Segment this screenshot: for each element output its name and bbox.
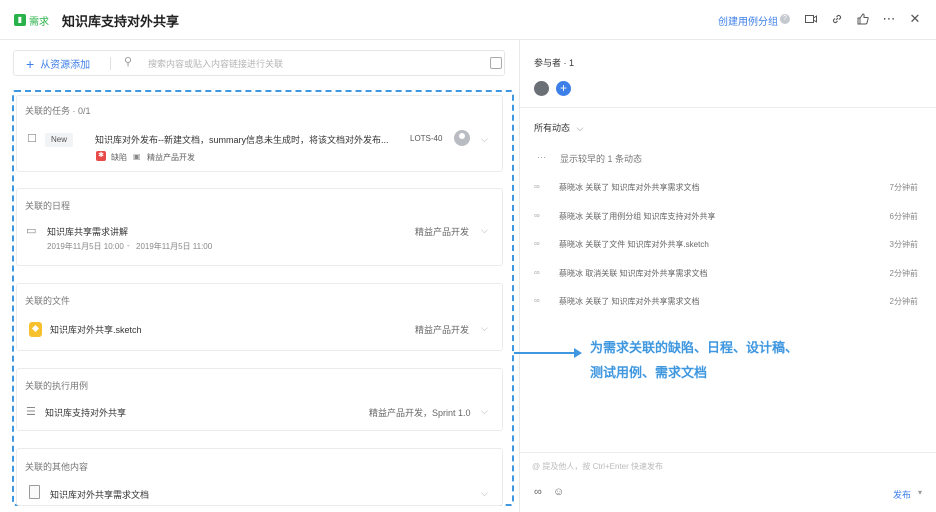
task-type: 缺陷 [111,153,127,162]
resource-library-icon[interactable] [490,57,502,69]
link-icon: ∞ [534,268,540,277]
schedule-name[interactable]: 知识库共享需求讲解 [47,225,128,238]
link-icon: ∞ [534,296,540,305]
status-badge: New [45,133,74,147]
related-schedule-title: 关联的日程 [25,201,71,211]
attachment-icon[interactable]: ∞ [534,486,542,498]
related-testcases-title: 关联的执行用例 [25,381,89,391]
more-icon: ··· [537,152,546,162]
chevron-down-icon: ⌵ [576,123,584,133]
chevron-down-icon[interactable]: ⌵ [481,488,488,499]
close-icon[interactable]: ✕ [906,10,924,28]
related-tasks-title: 关联的任务 · 0/1 [25,106,91,116]
activity-item: ∞ 蔡晓冰 关联了用例分组 知识库支持对外共享 6分钟前 [534,211,918,223]
activity-time: 7分钟前 [889,183,918,192]
other-doc-name[interactable]: 知识库对外共享需求文档 [50,488,149,501]
testcase-list-icon: ☰ [26,406,36,418]
comment-divider [520,452,936,453]
schedule-time-separator: - [127,241,130,250]
link-icon: ∞ [534,211,540,220]
participants-title: 参与者 · 1 [534,58,575,68]
video-icon[interactable] [802,10,820,28]
calendar-icon: ▭ [26,225,37,237]
file-name[interactable]: 知识库对外共享.sketch [50,323,142,336]
plus-icon: + [26,55,35,72]
publish-button[interactable]: 发布 [893,488,911,501]
sketch-file-icon [29,322,42,337]
schedule-project: 精益产品开发 [415,227,470,237]
link-icon: ∞ [534,239,540,248]
activity-time: 6分钟前 [889,212,918,221]
requirement-label: 需求 [29,16,49,28]
more-icon[interactable]: ⋯ [880,10,898,28]
activity-item: ∞ 蔡晓冰 关联了 知识库对外共享需求文档 7分钟前 [534,182,918,194]
related-files-title: 关联的文件 [25,296,71,306]
participant-avatar[interactable] [534,81,549,96]
bug-icon: ✱ [96,151,106,161]
activity-text: 蔡晓冰 关联了 知识库对外共享需求文档 [559,183,700,192]
add-from-resource-button[interactable]: + 从资源添加 [26,55,91,72]
annotation-line-1: 为需求关联的缺陷、日程、设计稿、 [590,340,799,355]
requirement-badge: ▮ 需求 [14,12,49,28]
resource-search-bar: + 从资源添加 ⚲ 搜索内容或贴入内容链接进行关联 [13,50,505,76]
activity-text: 蔡晓冰 关联了 知识库对外共享需求文档 [559,297,700,306]
file-project: 精益产品开发 [415,325,470,335]
document-icon [29,485,40,499]
activity-filter-dropdown[interactable]: 所有动态 ⌵ [534,121,583,134]
add-from-resource-label: 从资源添加 [40,60,91,71]
participants-divider [520,107,936,108]
project-icon: ▣ [133,152,141,161]
activity-item: ∞ 蔡晓冰 关联了文件 知识库对外共享.sketch 3分钟前 [534,239,918,251]
annotation-arrow-head [574,348,582,358]
requirement-icon: ▮ [14,14,26,26]
search-separator [110,57,111,70]
activity-text: 蔡晓冰 取消关联 知识库对外共享需求文档 [559,269,708,278]
activity-time: 2分钟前 [889,297,918,306]
activity-item: ∞ 蔡晓冰 取消关联 知识库对外共享需求文档 2分钟前 [534,268,918,280]
detail-header: ▮ 需求 知识库支持对外共享 创建用例分组 ? ⋯ ✕ [0,0,936,40]
link-icon: ∞ [534,182,540,191]
schedule-end: 2019年11月5日 11:00 [136,242,213,251]
related-schedule-card: 关联的日程 ▭ 知识库共享需求讲解 2019年11月5日 10:00 - 201… [16,188,503,266]
chevron-down-icon[interactable]: ⌵ [481,225,488,236]
chevron-down-icon[interactable]: ⌵ [481,134,488,145]
related-others-card: 关联的其他内容 知识库对外共享需求文档 ⌵ [16,448,503,506]
activity-text: 蔡晓冰 关联了用例分组 知识库支持对外共享 [559,212,716,221]
search-input[interactable]: 搜索内容或贴入内容链接进行关联 [148,57,283,70]
task-id: LOTS-40 [410,134,443,143]
activity-text: 蔡晓冰 关联了文件 知识库对外共享.sketch [559,240,709,249]
thumbs-up-icon[interactable] [854,10,872,28]
related-others-title: 关联的其他内容 [25,462,89,472]
caret-down-icon[interactable]: ▾ [918,488,922,497]
help-icon[interactable]: ? [780,14,790,24]
chevron-down-icon[interactable]: ⌵ [481,323,488,334]
search-icon: ⚲ [124,56,133,68]
testcase-name[interactable]: 知识库支持对外共享 [45,406,126,419]
activity-time: 2分钟前 [889,269,918,278]
task-checkbox-icon[interactable]: ☐ [27,132,37,145]
emoji-icon[interactable]: ☺ [553,486,564,498]
annotation-arrow-line [514,352,576,354]
annotation-line-2: 测试用例、需求文档 [590,365,708,380]
add-participant-button[interactable]: + [556,81,571,96]
show-earlier-activity-button[interactable]: 显示较早的 1 条动态 [560,152,642,165]
task-project: 精益产品开发 [147,153,195,162]
related-files-card: 关联的文件 知识库对外共享.sketch 精益产品开发 ⌵ [16,283,503,351]
comment-input[interactable]: @ 提及他人，按 Ctrl+Enter 快速发布 [532,461,663,472]
link-icon[interactable] [828,10,846,28]
page-title[interactable]: 知识库支持对外共享 [62,11,179,30]
activity-time: 3分钟前 [889,240,918,249]
schedule-start: 2019年11月5日 10:00 [47,242,124,251]
activity-item: ∞ 蔡晓冰 关联了 知识库对外共享需求文档 2分钟前 [534,296,918,308]
testcase-project: 精益产品开发，Sprint 1.0 [369,408,471,418]
task-title[interactable]: 知识库对外发布--新建文档，summary信息未生成时，将该文档对外发布... [95,133,389,146]
related-tasks-card: 关联的任务 · 0/1 ☐ New 知识库对外发布--新建文档，summary信… [16,95,503,172]
activity-filter-label: 所有动态 [534,123,571,133]
assignee-avatar[interactable] [454,130,470,146]
create-case-group-link[interactable]: 创建用例分组 [718,13,778,28]
chevron-down-icon[interactable]: ⌵ [481,406,488,417]
related-testcases-card: 关联的执行用例 ☰ 知识库支持对外共享 精益产品开发，Sprint 1.0 ⌵ [16,368,503,431]
